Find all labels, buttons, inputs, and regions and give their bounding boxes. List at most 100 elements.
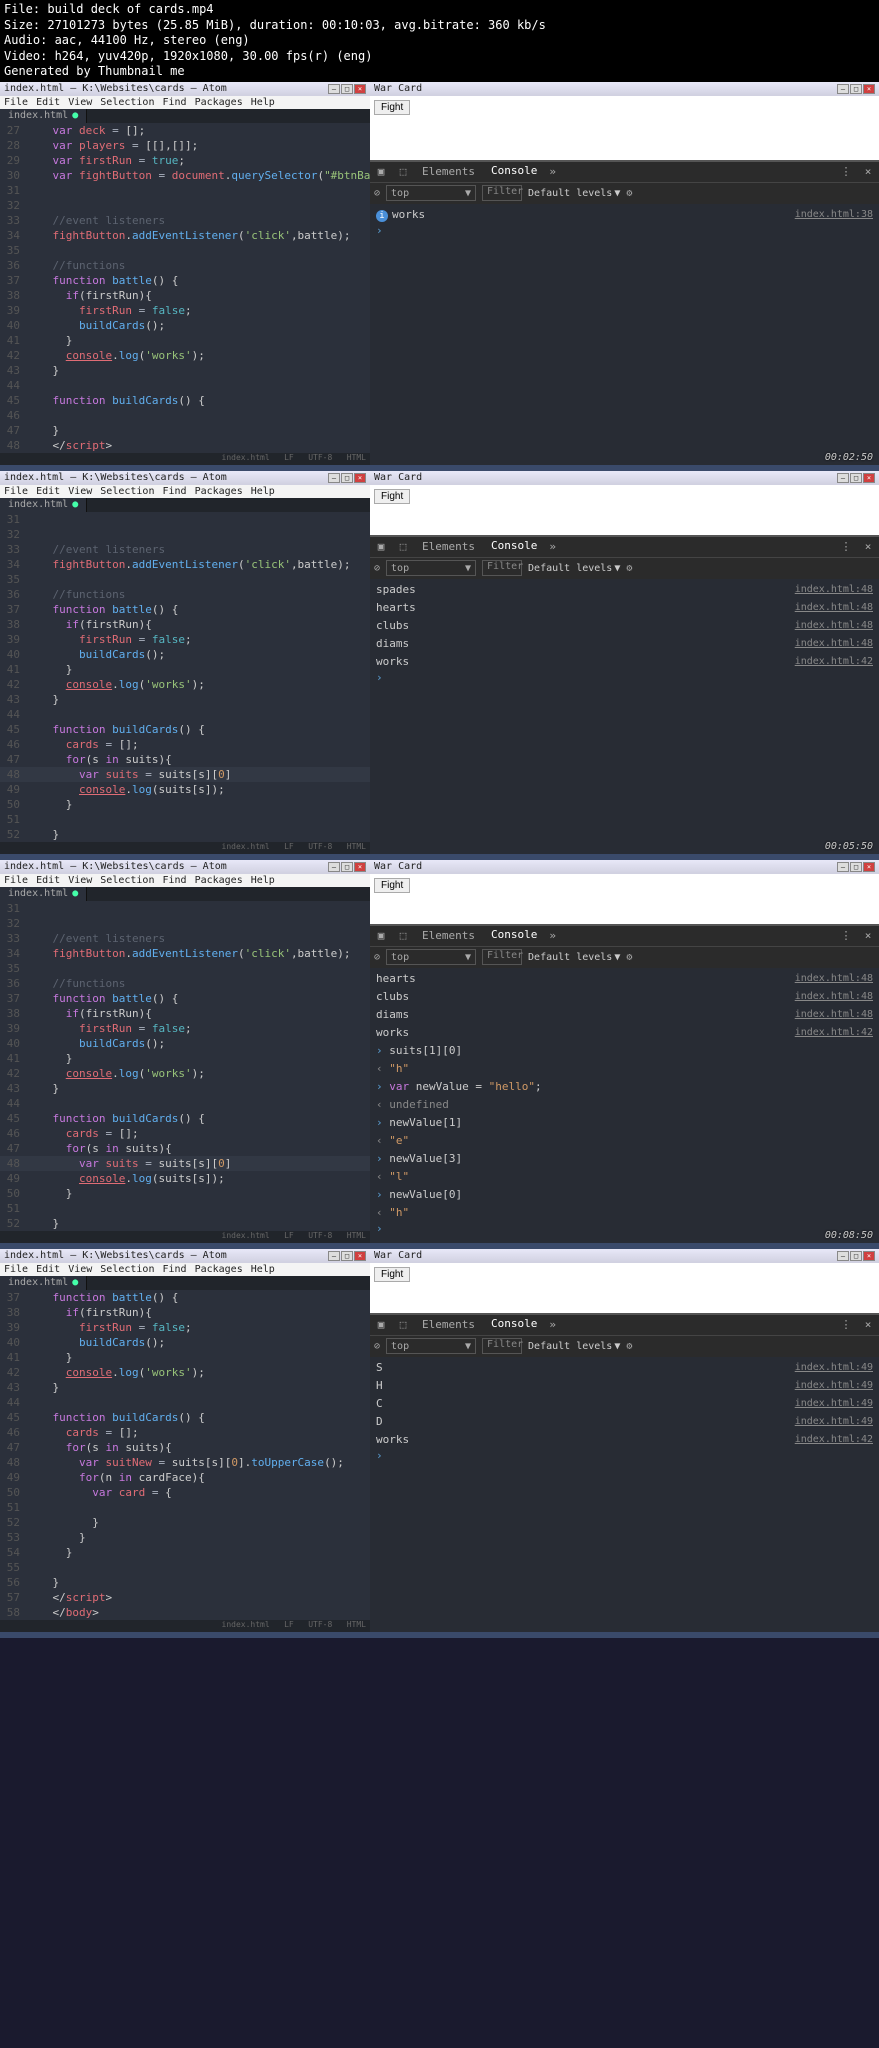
code-line[interactable]: 47 } [0,423,370,438]
menu-item[interactable]: Packages [195,1264,243,1275]
code-line[interactable]: 45 function buildCards() { [0,393,370,408]
minimize-button[interactable]: – [328,473,340,483]
maximize-button[interactable]: □ [850,862,862,872]
minimize-button[interactable]: – [837,1251,849,1261]
context-dropdown[interactable]: top▼ [386,560,476,576]
code-line[interactable]: 47 for(s in suits){ [0,1141,370,1156]
code-line[interactable]: 36 //functions [0,258,370,273]
log-source-link[interactable]: index.html:42 [795,1025,873,1041]
code-line[interactable]: 30 var fightButton = document.querySelec… [0,168,370,183]
code-line[interactable]: 45 function buildCards() { [0,1111,370,1126]
minimize-button[interactable]: – [328,84,340,94]
inspect-icon[interactable]: ▣ [370,165,392,178]
maximize-button[interactable]: □ [341,1251,353,1261]
fight-button[interactable]: Fight [374,489,410,504]
menu-item[interactable]: Find [162,486,186,497]
editor-tab[interactable]: index.html● [0,887,87,901]
code-editor[interactable]: 27 var deck = [];28 var players = [[],[]… [0,123,370,453]
console-body[interactable]: spadesindex.html:48heartsindex.html:48cl… [370,579,879,854]
inspect-icon[interactable]: ▣ [370,540,392,553]
clear-console-icon[interactable]: ⊘ [374,1341,380,1352]
code-line[interactable]: 50 } [0,1186,370,1201]
close-button[interactable]: × [354,473,366,483]
code-line[interactable]: 31 [0,512,370,527]
menu-item[interactable]: View [68,486,92,497]
code-line[interactable]: 51 [0,1500,370,1515]
menu-item[interactable]: Packages [195,875,243,886]
code-line[interactable]: 34 fightButton.addEventListener('click',… [0,228,370,243]
code-line[interactable]: 36 //functions [0,976,370,991]
more-tabs-icon[interactable]: » [549,165,556,178]
console-prompt[interactable]: › [370,1222,879,1235]
menu-item[interactable]: Find [162,875,186,886]
close-devtools-icon[interactable]: × [857,165,879,178]
devtools-tab-elements[interactable]: Elements [414,1314,483,1336]
code-line[interactable]: 40 buildCards(); [0,1335,370,1350]
code-editor[interactable]: 37 function battle() {38 if(firstRun){39… [0,1290,370,1620]
code-line[interactable]: 58 </body> [0,1605,370,1620]
menu-item[interactable]: Edit [36,875,60,886]
close-button[interactable]: × [354,1251,366,1261]
close-devtools-icon[interactable]: × [857,540,879,553]
code-line[interactable]: 34 fightButton.addEventListener('click',… [0,946,370,961]
code-line[interactable]: 35 [0,961,370,976]
code-line[interactable]: 46 [0,408,370,423]
devtools-tab-console[interactable]: Console [483,160,545,184]
device-icon[interactable]: ⬚ [392,540,414,553]
filter-input[interactable]: Filter [482,949,522,965]
inspect-icon[interactable]: ▣ [370,929,392,942]
code-line[interactable]: 42 console.log('works'); [0,1365,370,1380]
console-body[interactable]: Sindex.html:49Hindex.html:49Cindex.html:… [370,1357,879,1632]
console-body[interactable]: iworksindex.html:38 › [370,204,879,465]
editor-tab[interactable]: index.html● [0,1276,87,1290]
context-dropdown[interactable]: top▼ [386,1338,476,1354]
close-button[interactable]: × [354,84,366,94]
settings-icon[interactable]: ⋮ [835,165,857,178]
code-line[interactable]: 29 var firstRun = true; [0,153,370,168]
code-line[interactable]: 54 } [0,1545,370,1560]
code-line[interactable]: 42 console.log('works'); [0,1066,370,1081]
maximize-button[interactable]: □ [850,473,862,483]
menu-item[interactable]: Help [251,486,275,497]
code-line[interactable]: 32 [0,916,370,931]
log-source-link[interactable]: index.html:42 [795,654,873,670]
maximize-button[interactable]: □ [850,84,862,94]
code-line[interactable]: 33 //event listeners [0,213,370,228]
log-levels-dropdown[interactable]: Default levels ▼ [528,952,620,963]
code-line[interactable]: 34 fightButton.addEventListener('click',… [0,557,370,572]
code-line[interactable]: 33 //event listeners [0,542,370,557]
settings-icon[interactable]: ⋮ [835,1318,857,1331]
code-line[interactable]: 53 } [0,1530,370,1545]
menu-item[interactable]: Packages [195,486,243,497]
code-line[interactable]: 49 console.log(suits[s]); [0,1171,370,1186]
menu-item[interactable]: Selection [100,486,154,497]
code-line[interactable]: 39 firstRun = false; [0,632,370,647]
code-line[interactable]: 52 } [0,827,370,842]
menu-item[interactable]: Edit [36,97,60,108]
menu-item[interactable]: Find [162,97,186,108]
code-line[interactable]: 48 var suits = suits[s][0] [0,1156,370,1171]
log-levels-dropdown[interactable]: Default levels ▼ [528,563,620,574]
code-line[interactable]: 51 [0,1201,370,1216]
code-line[interactable]: 47 for(s in suits){ [0,752,370,767]
code-line[interactable]: 48 var suits = suits[s][0] [0,767,370,782]
code-line[interactable]: 37 function battle() { [0,273,370,288]
maximize-button[interactable]: □ [341,862,353,872]
menu-item[interactable]: Edit [36,1264,60,1275]
log-source-link[interactable]: index.html:48 [795,989,873,1005]
code-line[interactable]: 32 [0,527,370,542]
code-line[interactable]: 48 </script> [0,438,370,453]
close-devtools-icon[interactable]: × [857,929,879,942]
devtools-tab-console[interactable]: Console [483,535,545,559]
code-editor[interactable]: 31 32 33 //event listeners34 fightButton… [0,901,370,1231]
maximize-button[interactable]: □ [341,84,353,94]
device-icon[interactable]: ⬚ [392,1318,414,1331]
code-line[interactable]: 50 var card = { [0,1485,370,1500]
close-button[interactable]: × [863,473,875,483]
maximize-button[interactable]: □ [341,473,353,483]
menu-item[interactable]: View [68,875,92,886]
code-line[interactable]: 46 cards = []; [0,1425,370,1440]
log-source-link[interactable]: index.html:48 [795,618,873,634]
code-line[interactable]: 42 console.log('works'); [0,348,370,363]
log-source-link[interactable]: index.html:42 [795,1432,873,1448]
